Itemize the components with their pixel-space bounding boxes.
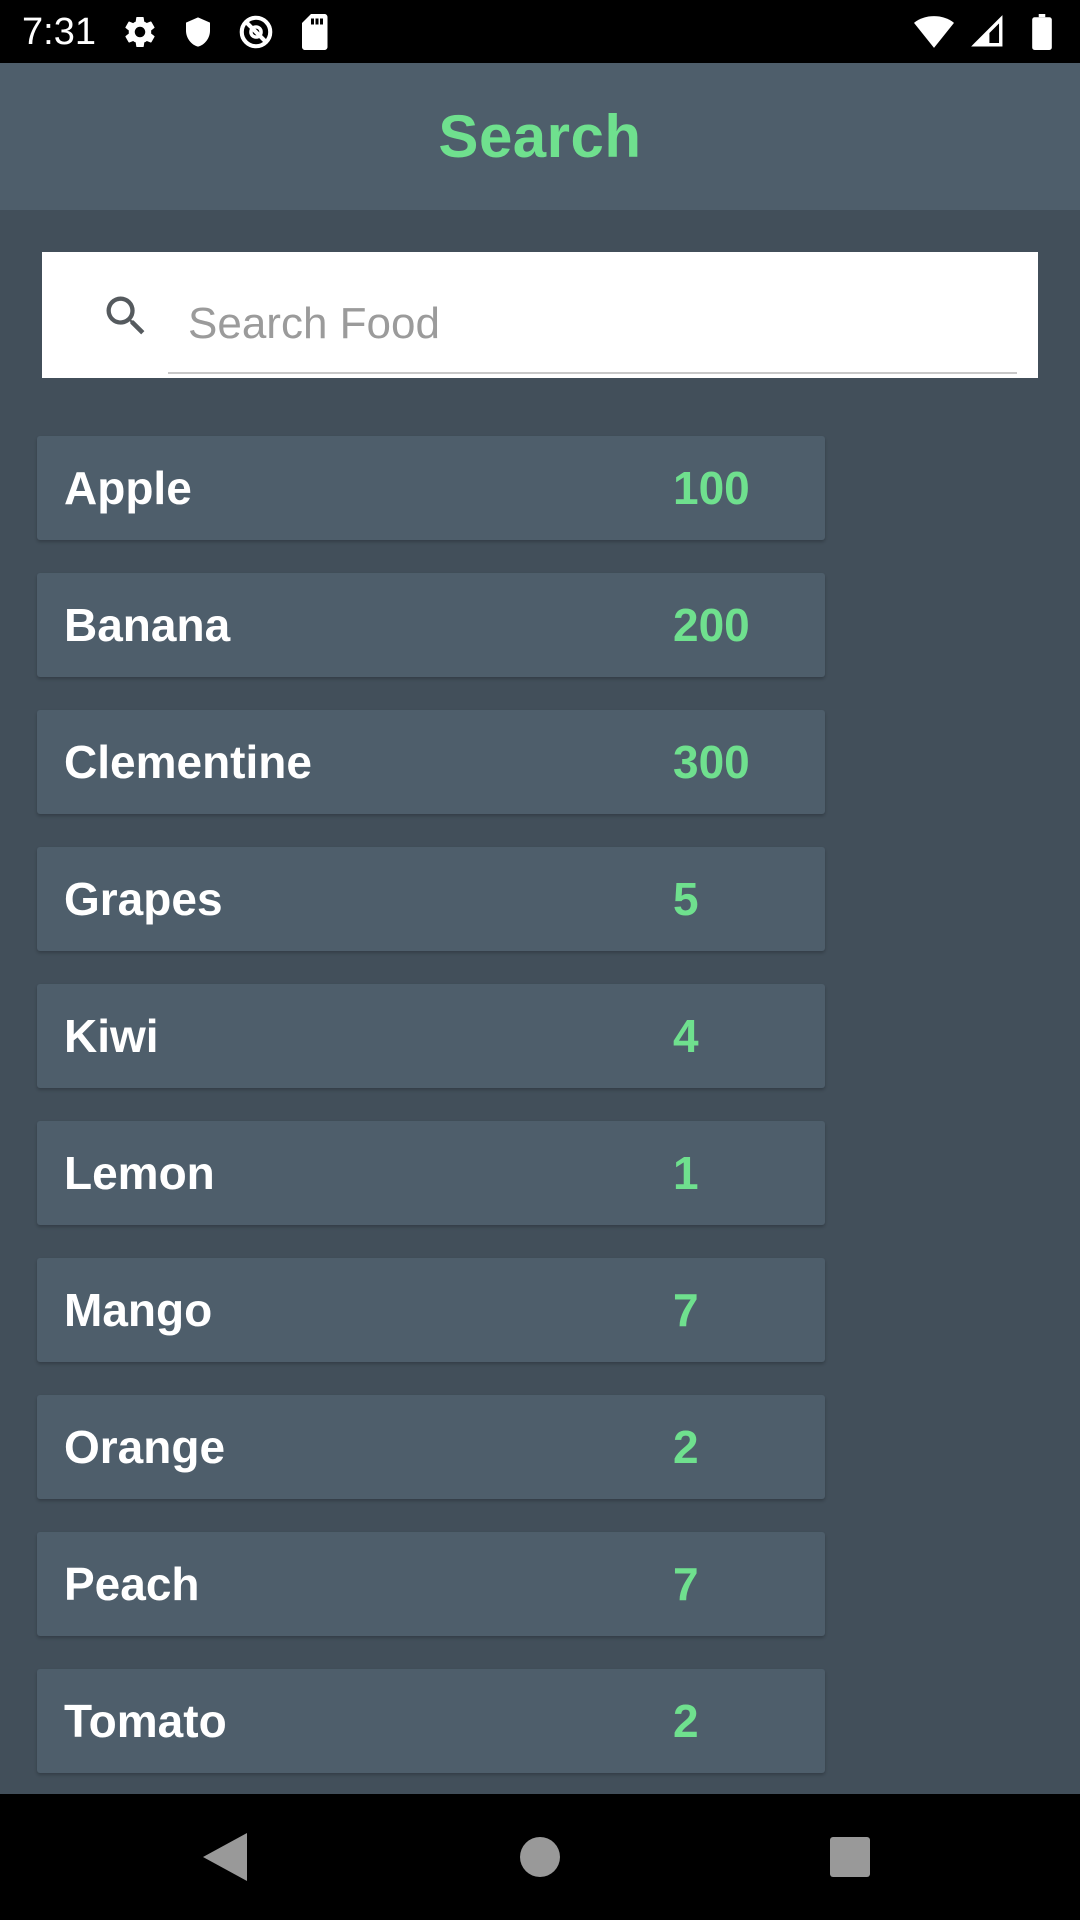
food-name: Mango [64,1284,213,1336]
list-item[interactable]: Tomato 2 [37,1669,825,1773]
shield-icon [178,12,218,52]
home-icon[interactable] [510,1827,570,1887]
app-bar: Search [0,63,1080,210]
data-saver-icon [236,12,276,52]
food-name: Grapes [64,873,223,925]
food-name: Kiwi [64,1010,159,1062]
food-value: 300 [673,736,750,788]
list-item[interactable]: Clementine 300 [37,710,825,814]
list-item[interactable]: Apple 100 [37,436,825,540]
list-item[interactable]: Banana 200 [37,573,825,677]
food-name: Banana [64,599,231,651]
list-item[interactable]: Mango 7 [37,1258,825,1362]
settings-icon [120,12,160,52]
search-input[interactable] [168,276,1017,374]
food-name: Tomato [64,1695,227,1747]
food-value: 1 [673,1147,699,1199]
navigation-bar [0,1794,1080,1920]
list-item[interactable]: Peach 7 [37,1532,825,1636]
battery-icon [1022,12,1062,52]
list-item[interactable]: Orange 2 [37,1395,825,1499]
status-time: 7:31 [22,11,96,53]
page-title: Search [438,103,642,170]
wifi-icon [914,12,954,52]
food-value: 5 [673,873,699,925]
food-value: 4 [673,1010,699,1062]
food-value: 2 [673,1695,699,1747]
food-list: Apple 100 Banana 200 Clementine 300 Grap… [37,436,825,1806]
food-value: 7 [673,1558,699,1610]
recents-icon[interactable] [820,1827,880,1887]
food-value: 2 [673,1421,699,1473]
list-item[interactable]: Lemon 1 [37,1121,825,1225]
status-notification-icons [120,12,334,52]
food-value: 100 [673,462,750,514]
sd-card-icon [294,12,334,52]
food-name: Apple [64,462,192,514]
food-name: Clementine [64,736,312,788]
cell-signal-icon [968,12,1008,52]
food-value: 200 [673,599,750,651]
food-name: Peach [64,1558,200,1610]
food-name: Orange [64,1421,226,1473]
food-name: Lemon [64,1147,215,1199]
food-value: 7 [673,1284,699,1336]
list-item[interactable]: Kiwi 4 [37,984,825,1088]
status-bar: 7:31 [0,0,1080,63]
list-item[interactable]: Grapes 5 [37,847,825,951]
search-icon[interactable] [100,290,152,342]
back-icon[interactable] [195,1827,255,1887]
status-system-icons [914,12,1062,52]
app-screen: 7:31 Search Search Food Apple 100 Banana… [0,0,1080,1920]
